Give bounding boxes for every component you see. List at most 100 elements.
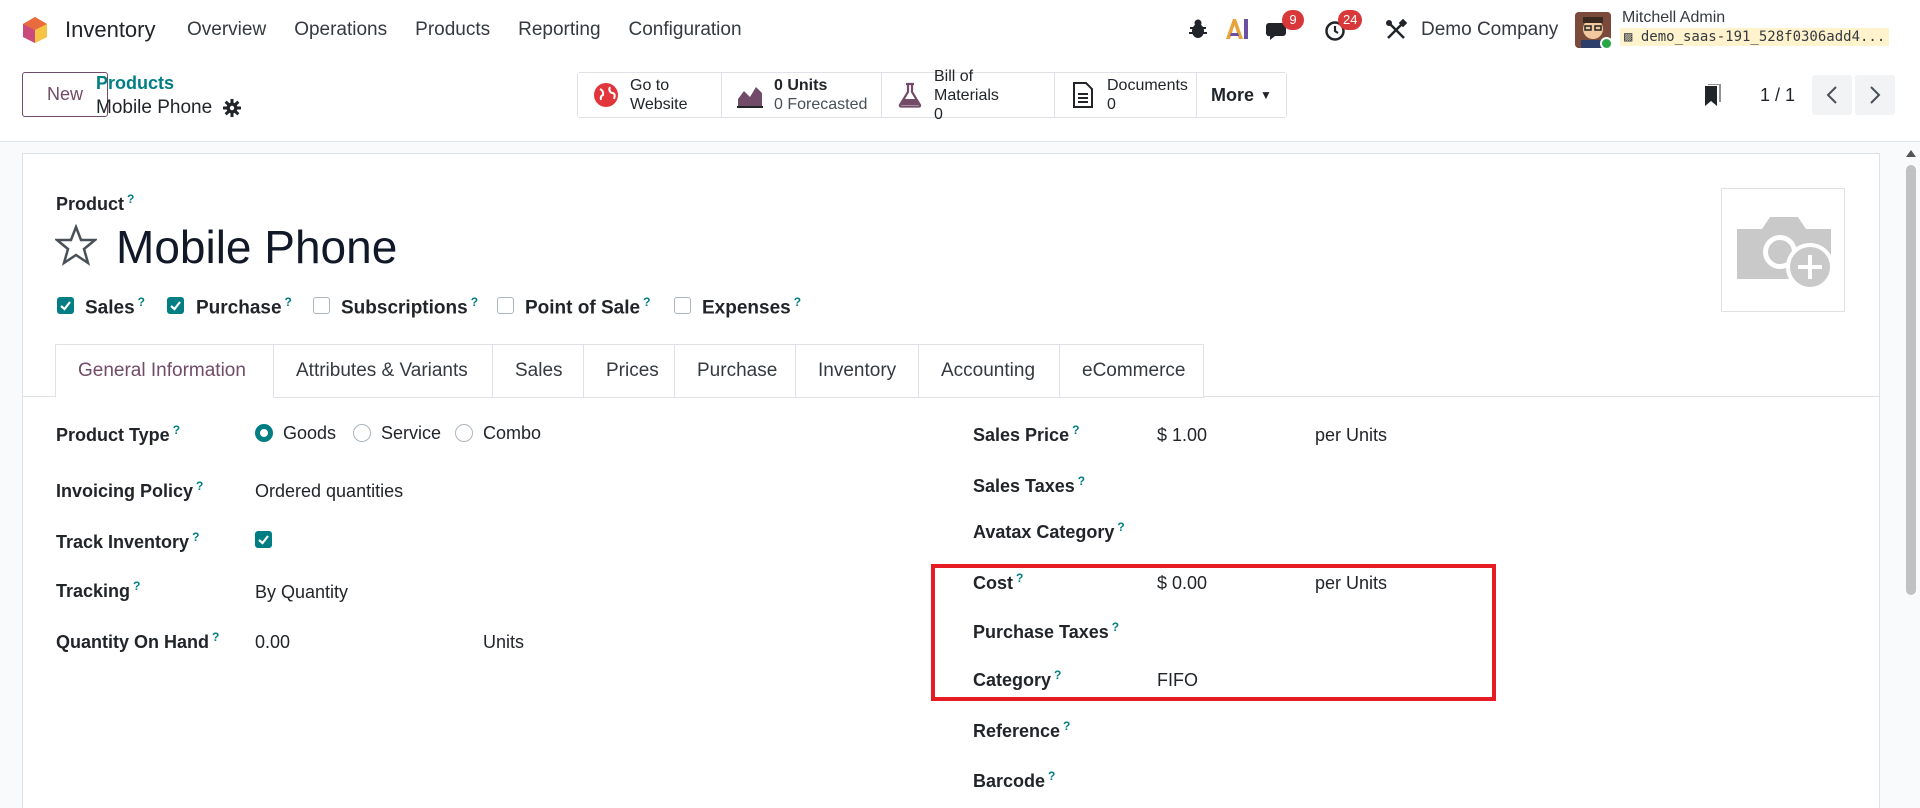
sales-price-field[interactable]: $ 1.00: [1157, 425, 1207, 446]
menu-products[interactable]: Products: [415, 19, 490, 41]
menu-operations[interactable]: Operations: [294, 19, 387, 41]
help-icon[interactable]: ?: [471, 295, 478, 309]
gear-icon[interactable]: [223, 99, 241, 117]
help-icon[interactable]: ?: [1063, 719, 1070, 733]
avatar[interactable]: [1575, 12, 1611, 48]
pager-previous-button[interactable]: [1812, 75, 1852, 115]
activities-button[interactable]: 24: [1324, 10, 1370, 46]
tab-ecommerce[interactable]: eCommerce: [1060, 344, 1204, 398]
tab-prices[interactable]: Prices: [584, 344, 675, 398]
qty-on-hand-value: 0.00: [255, 632, 291, 652]
point-of-sale-checkbox[interactable]: [497, 297, 514, 314]
area-chart-icon: [737, 87, 763, 108]
track-inventory-checkbox[interactable]: [255, 531, 272, 548]
sales-checkbox-label: Sales?: [85, 295, 145, 319]
sales-checkbox[interactable]: [57, 297, 74, 314]
tab-accounting[interactable]: Accounting: [919, 344, 1060, 398]
sales-checkbox-text: Sales: [85, 297, 135, 319]
camera-plus-icon: [1737, 217, 1834, 291]
product-image-field[interactable]: [1721, 188, 1845, 312]
help-icon[interactable]: ?: [133, 579, 140, 593]
help-icon[interactable]: ?: [196, 479, 203, 493]
forecast-button[interactable]: 0 Units 0 Forecasted: [722, 73, 882, 117]
expenses-checkbox-text: Expenses: [702, 297, 791, 319]
product-type-goods-radio[interactable]: [255, 424, 273, 442]
tab-inventory[interactable]: Inventory: [796, 344, 919, 398]
qty-on-hand-unit: Units: [483, 632, 525, 652]
product-type-combo-radio[interactable]: [455, 424, 473, 442]
subscriptions-checkbox[interactable]: [313, 297, 330, 314]
breadcrumb-products[interactable]: Products: [96, 73, 174, 94]
help-icon[interactable]: ?: [127, 192, 134, 206]
tab-sales[interactable]: Sales: [493, 344, 584, 398]
app-name[interactable]: Inventory: [65, 17, 156, 43]
tab-attributes-variants[interactable]: Attributes & Variants: [274, 344, 493, 398]
product-type-service-label[interactable]: Service: [381, 423, 441, 444]
pager-value[interactable]: 1 / 1: [1760, 85, 1795, 106]
bug-icon[interactable]: [1188, 18, 1208, 40]
sales-taxes-text: Sales Taxes: [973, 476, 1075, 496]
bom-line1: Bill of Materials: [934, 67, 999, 104]
expenses-checkbox[interactable]: [674, 297, 691, 314]
pager-next-button[interactable]: [1855, 75, 1895, 115]
documents-button[interactable]: Documents 0: [1055, 73, 1197, 117]
help-icon[interactable]: ?: [173, 423, 180, 437]
tools-icon[interactable]: [1385, 19, 1407, 41]
ai-icon[interactable]: [1224, 17, 1250, 41]
website-line1: Go to: [630, 77, 670, 94]
invoicing-policy-text: Invoicing Policy: [56, 481, 194, 501]
company-switcher[interactable]: Demo Company: [1421, 19, 1558, 41]
breadcrumb-current: Mobile Phone: [96, 97, 213, 118]
product-name-field[interactable]: Mobile Phone: [116, 220, 397, 274]
reference-text: Reference: [973, 721, 1061, 741]
more-button[interactable]: More ▼: [1197, 73, 1286, 117]
highlight-box: [931, 564, 1496, 701]
product-label: Product?: [56, 192, 134, 215]
help-icon[interactable]: ?: [1078, 474, 1085, 488]
sales-taxes-label: Sales Taxes?: [973, 474, 1085, 497]
invoicing-policy-field[interactable]: Ordered quantities: [255, 481, 403, 502]
bookmark-icon[interactable]: [1700, 84, 1722, 108]
avatax-category-text: Avatax Category: [973, 522, 1115, 542]
scroll-up-icon[interactable]: [1905, 148, 1917, 160]
tab-purchase[interactable]: Purchase: [675, 344, 796, 398]
menu-reporting[interactable]: Reporting: [518, 19, 600, 41]
docs-line2: 0: [1107, 96, 1116, 113]
app-logo-icon[interactable]: [22, 16, 48, 44]
purchase-checkbox-label: Purchase?: [196, 295, 292, 319]
product-type-service-radio[interactable]: [353, 424, 371, 442]
flask-icon: [898, 82, 922, 108]
help-icon[interactable]: ?: [192, 530, 199, 544]
help-icon[interactable]: ?: [643, 295, 650, 309]
help-icon[interactable]: ?: [285, 295, 292, 309]
scrollbar-thumb[interactable]: [1906, 165, 1916, 595]
purchase-checkbox[interactable]: [167, 297, 184, 314]
help-icon[interactable]: ?: [1048, 769, 1055, 783]
user-name[interactable]: Mitchell Admin: [1622, 9, 1725, 27]
menu-overview[interactable]: Overview: [187, 19, 266, 41]
tracking-field[interactable]: By Quantity: [255, 582, 348, 603]
help-icon[interactable]: ?: [1072, 423, 1079, 437]
bill-of-materials-button[interactable]: Bill of Materials 0: [882, 68, 1055, 123]
tracking-label: Tracking?: [56, 579, 140, 602]
help-icon[interactable]: ?: [138, 295, 145, 309]
subscriptions-checkbox-text: Subscriptions: [341, 297, 468, 319]
product-type-combo-label[interactable]: Combo: [483, 423, 541, 444]
product-label-text: Product: [56, 194, 125, 214]
menu-configuration[interactable]: Configuration: [629, 19, 742, 41]
star-icon[interactable]: [55, 224, 97, 266]
messages-button[interactable]: 9: [1266, 10, 1306, 46]
go-to-website-button[interactable]: Go to Website: [578, 73, 722, 117]
help-icon[interactable]: ?: [1117, 520, 1124, 534]
purchase-checkbox-text: Purchase: [196, 297, 282, 319]
help-icon[interactable]: ?: [794, 295, 801, 309]
smart-buttons: Go to Website 0 Units 0 Forecasted Bill of…: [577, 68, 1287, 123]
help-icon[interactable]: ?: [212, 630, 219, 644]
product-type-goods-label[interactable]: Goods: [283, 423, 336, 444]
point-of-sale-checkbox-label: Point of Sale?: [525, 295, 650, 319]
tab-general-information[interactable]: General Information: [55, 344, 274, 398]
tracking-text: Tracking: [56, 581, 131, 601]
globe-icon: [594, 83, 618, 107]
point-of-sale-checkbox-text: Point of Sale: [525, 297, 641, 319]
expenses-checkbox-label: Expenses?: [702, 295, 801, 319]
